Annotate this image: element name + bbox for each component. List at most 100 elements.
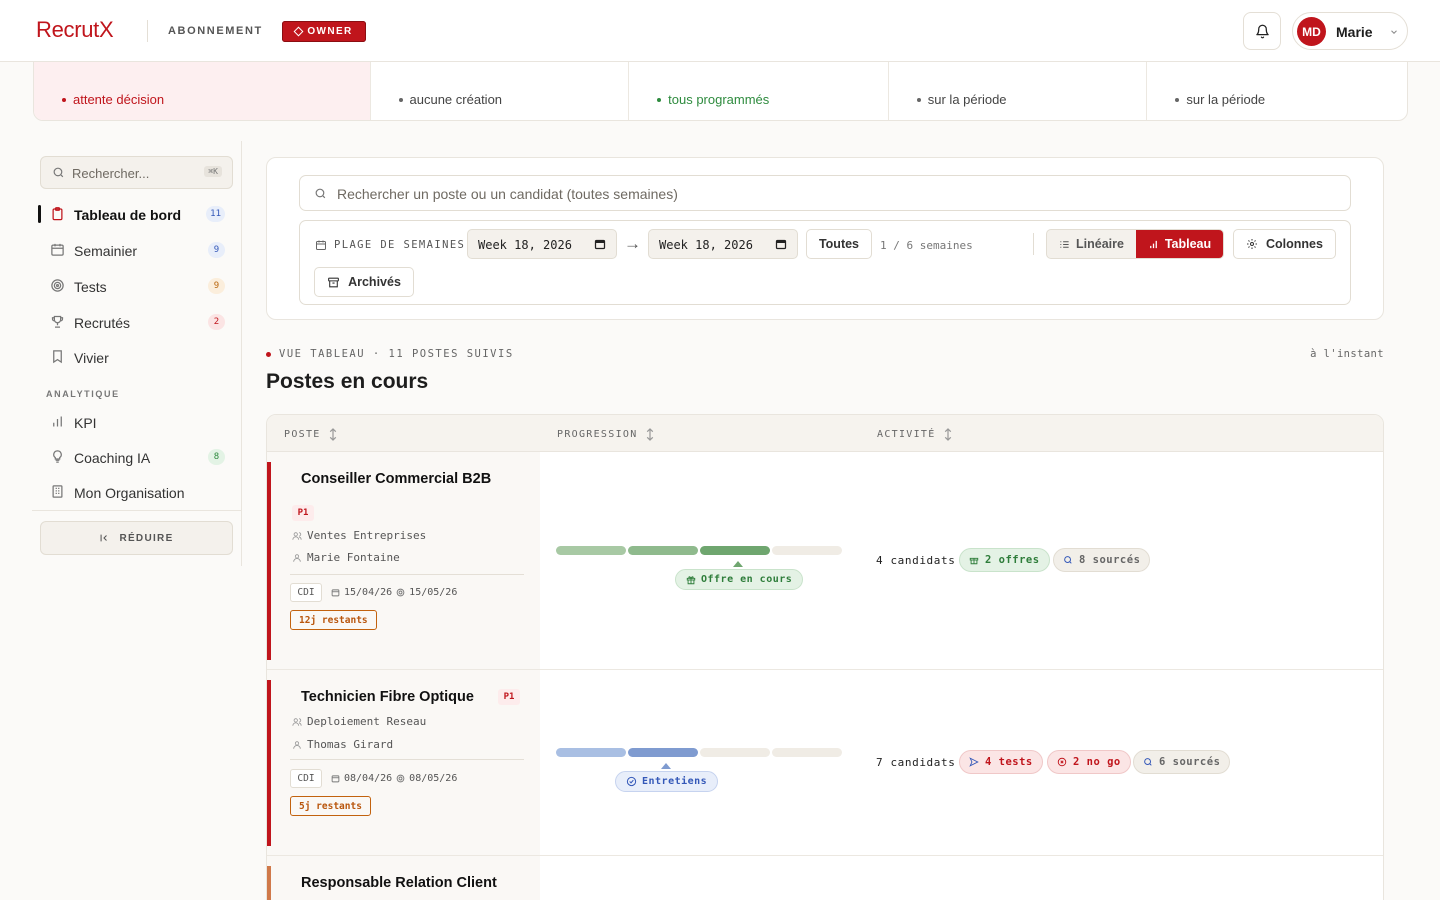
count-badge: 8 <box>208 449 225 465</box>
gift-icon <box>686 575 696 584</box>
search-placeholder: Rechercher... <box>72 166 150 181</box>
user-icon <box>293 553 301 562</box>
avatar: MD <box>1297 17 1326 46</box>
department: Deploiement Reseau <box>292 715 426 728</box>
divider <box>1033 233 1034 255</box>
week-from-input[interactable]: Week 18, 2026 <box>467 229 617 259</box>
all-weeks-button[interactable]: Toutes <box>806 229 872 259</box>
sidebar-item-semainier[interactable]: Semainier 9 <box>39 235 235 265</box>
column-header-poste[interactable]: POSTE <box>284 428 337 441</box>
updated-time: à l'instant <box>1310 348 1384 360</box>
sidebar-item-organisation[interactable]: Mon Organisation <box>39 477 235 507</box>
chevron-down-icon <box>1391 30 1397 34</box>
sidebar-item-kpi[interactable]: KPI <box>39 407 235 437</box>
lightbulb-icon <box>53 450 62 463</box>
filters-panel: Rechercher un poste ou un candidat (tout… <box>266 157 1384 320</box>
owner-role-badge: OWNER <box>282 21 366 42</box>
page-title: Postes en cours <box>266 370 429 393</box>
topbar-divider <box>147 20 148 42</box>
notifications-button[interactable] <box>1243 12 1281 50</box>
table-header: POSTE PROGRESSION ACTIVITÉ <box>267 415 1383 452</box>
job-candidate-search-input[interactable]: Rechercher un poste ou un candidat (tout… <box>299 175 1351 211</box>
bell-icon <box>1255 24 1269 38</box>
days-remaining-badge: 5j restants <box>290 796 371 816</box>
gift-icon <box>969 557 979 565</box>
divider <box>290 759 524 760</box>
search-icon <box>1064 556 1072 564</box>
target-icon <box>51 279 64 292</box>
calendar-icon <box>775 239 787 250</box>
week-to-input[interactable]: Week 18, 2026 <box>648 229 798 259</box>
search-icon <box>1144 758 1152 766</box>
sidebar-item-vivier[interactable]: Vivier <box>39 342 235 372</box>
offers-chip[interactable]: 2 offres <box>959 548 1050 572</box>
shortcut-hint: ⌘K <box>204 166 222 177</box>
job-title[interactable]: Technicien Fibre Optique <box>301 689 474 705</box>
send-icon <box>969 757 979 767</box>
jobs-table: POSTE PROGRESSION ACTIVITÉ Conseiller Co… <box>266 414 1384 900</box>
priority-badge: P1 <box>498 689 520 705</box>
view-toggle: Linéaire Tableau <box>1046 229 1224 259</box>
job-title[interactable]: Responsable Relation Client <box>301 875 497 891</box>
job-dates: 08/04/26 08/05/26 <box>331 773 457 784</box>
user-menu-button[interactable]: MD Marie <box>1292 12 1408 50</box>
days-remaining-badge: 12j restants <box>290 610 377 630</box>
bar-chart-icon <box>1149 240 1157 248</box>
clipboard-icon <box>52 207 63 221</box>
table-row[interactable]: Responsable Relation Client <box>267 856 1383 900</box>
table-row[interactable]: Technicien Fibre Optique P1 Deploiement … <box>267 670 1383 856</box>
recruiter: Thomas Girard <box>292 738 393 751</box>
column-header-activite[interactable]: ACTIVITÉ <box>877 428 952 441</box>
stat-note: attente décision <box>62 92 164 107</box>
check-circle-icon <box>626 776 637 787</box>
stage-pill: Offre en cours <box>675 569 804 590</box>
x-circle-icon <box>1057 757 1067 767</box>
view-linear-option[interactable]: Linéaire <box>1047 230 1136 258</box>
search-icon <box>315 188 326 199</box>
sidebar-item-dashboard[interactable]: Tableau de bord 11 <box>38 199 235 229</box>
users-icon <box>292 531 302 540</box>
candidates-count: 7 candidats <box>876 756 956 769</box>
list-icon <box>1060 240 1069 248</box>
calendar-icon <box>594 239 606 250</box>
view-table-option[interactable]: Tableau <box>1135 230 1223 258</box>
sort-icon <box>944 428 951 441</box>
building-icon <box>52 485 63 498</box>
column-header-progression[interactable]: PROGRESSION <box>557 428 654 441</box>
count-badge: 11 <box>206 206 225 222</box>
collapse-icon <box>101 534 108 542</box>
subscription-link[interactable]: ABONNEMENT <box>168 25 263 37</box>
sort-icon <box>646 428 653 441</box>
count-badge: 9 <box>208 278 225 294</box>
sidebar-item-coaching[interactable]: Coaching IA 8 <box>39 442 235 472</box>
no-go-chip[interactable]: 2 no go <box>1047 750 1131 774</box>
sidebar-item-tests[interactable]: Tests 9 <box>39 271 235 301</box>
table-row[interactable]: Conseiller Commercial B2B P1 Ventes Entr… <box>267 452 1383 670</box>
sidebar-search-input[interactable]: Rechercher... ⌘K <box>40 156 233 189</box>
priority-bar <box>267 462 271 660</box>
collapse-sidebar-button[interactable]: RÉDUIRE <box>40 521 233 555</box>
sidebar-item-recrutes[interactable]: Recrutés 2 <box>39 307 235 337</box>
contract-badge: CDI <box>290 583 322 602</box>
candidates-count: 4 candidats <box>876 554 956 567</box>
week-range-panel: PLAGE DE SEMAINES Week 18, 2026 → Week 1… <box>299 220 1351 305</box>
calendar-icon <box>331 775 340 783</box>
archived-button[interactable]: Archivés <box>314 267 414 297</box>
week-range-label: PLAGE DE SEMAINES <box>315 239 465 251</box>
columns-button[interactable]: Colonnes <box>1233 229 1336 259</box>
calendar-icon <box>331 589 340 597</box>
sourced-chip[interactable]: 6 sourcés <box>1133 750 1231 774</box>
job-title[interactable]: Conseiller Commercial B2B <box>301 471 491 487</box>
priority-bar <box>267 680 271 846</box>
sourced-chip[interactable]: 8 sourcés <box>1053 548 1151 572</box>
department: Ventes Entreprises <box>292 529 426 542</box>
stat-note: sur la période <box>916 92 1007 107</box>
target-icon <box>396 774 405 783</box>
tests-chip[interactable]: 4 tests <box>959 750 1043 774</box>
job-dates: 15/04/26 15/05/26 <box>331 587 457 598</box>
count-badge: 2 <box>208 314 225 330</box>
count-badge: 9 <box>208 242 225 258</box>
users-icon <box>292 717 302 726</box>
app-logo[interactable]: RecrutX <box>36 17 114 43</box>
owner-badge-label: OWNER <box>307 26 353 37</box>
